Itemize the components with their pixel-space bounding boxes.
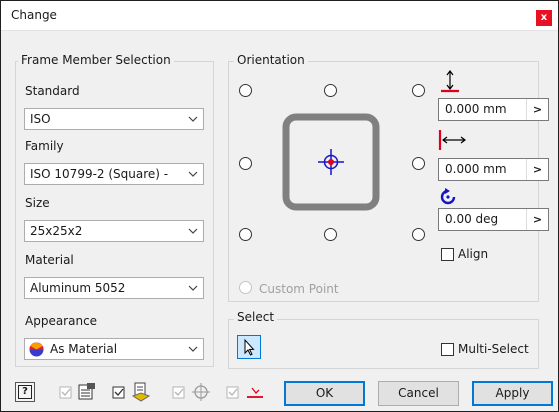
family-label: Family bbox=[25, 139, 64, 153]
orientation-title: Orientation bbox=[234, 53, 308, 67]
custom-point-radio bbox=[239, 281, 252, 294]
appearance-sphere-icon bbox=[29, 342, 44, 357]
select-cursor-button[interactable] bbox=[237, 335, 261, 359]
window-title: Change bbox=[11, 8, 57, 22]
appearance-label: Appearance bbox=[25, 314, 98, 328]
check-offset-icon bbox=[226, 386, 239, 399]
horizontal-offset-icon bbox=[438, 130, 466, 150]
material-label: Material bbox=[25, 253, 74, 267]
chevron-down-icon bbox=[188, 285, 198, 291]
chevron-down-icon bbox=[188, 346, 198, 352]
close-button[interactable]: x bbox=[536, 10, 552, 26]
vertical-offset-chevron[interactable]: > bbox=[526, 99, 548, 120]
orientation-radio-middle-right[interactable] bbox=[412, 157, 425, 170]
standard-dropdown[interactable]: ISO bbox=[24, 108, 204, 130]
member-properties-icon[interactable] bbox=[131, 382, 151, 402]
checklist-icon bbox=[59, 386, 72, 399]
rotation-field[interactable]: 0.00 deg > bbox=[438, 208, 549, 231]
select-title: Select bbox=[234, 310, 278, 324]
horizontal-offset-chevron[interactable]: > bbox=[526, 159, 548, 180]
center-point-marker-icon[interactable] bbox=[317, 148, 345, 176]
appearance-dropdown[interactable]: As Material bbox=[24, 338, 204, 360]
orientation-radio-top-left[interactable] bbox=[239, 84, 252, 97]
frame-member-selection-title: Frame Member Selection bbox=[18, 53, 174, 67]
size-dropdown[interactable]: 25x25x2 bbox=[24, 220, 204, 242]
size-value: 25x25x2 bbox=[30, 224, 83, 238]
horizontal-offset-value[interactable]: 0.000 mm bbox=[445, 162, 507, 176]
standard-label: Standard bbox=[25, 84, 80, 98]
help-button[interactable]: ? bbox=[15, 382, 35, 402]
material-dropdown[interactable]: Aluminum 5052 bbox=[24, 277, 204, 299]
chevron-down-icon bbox=[188, 171, 198, 177]
orientation-radio-middle-left[interactable] bbox=[239, 157, 252, 170]
rotation-chevron[interactable]: > bbox=[526, 209, 548, 230]
align-checkbox[interactable] bbox=[441, 248, 454, 261]
family-value: ISO 10799-2 (Square) - bbox=[30, 167, 169, 181]
align-label[interactable]: Align bbox=[458, 247, 488, 261]
vertical-offset-field[interactable]: 0.000 mm > bbox=[438, 98, 549, 121]
multi-select-checkbox[interactable] bbox=[441, 343, 454, 356]
orientation-radio-bottom-left[interactable] bbox=[239, 228, 252, 241]
apply-button[interactable]: Apply bbox=[472, 381, 553, 406]
rotation-value[interactable]: 0.00 deg bbox=[445, 212, 498, 226]
cursor-arrow-icon bbox=[244, 338, 255, 356]
check-member-icon[interactable] bbox=[112, 383, 132, 403]
offset-line-icon bbox=[247, 387, 263, 398]
standard-value: ISO bbox=[30, 112, 51, 126]
custom-point-label: Custom Point bbox=[259, 282, 339, 296]
horizontal-offset-field[interactable]: 0.000 mm > bbox=[438, 158, 549, 181]
title-bar[interactable]: Change x bbox=[1, 1, 558, 31]
orientation-target-icon bbox=[192, 383, 210, 401]
settings-table-icon[interactable] bbox=[77, 382, 97, 402]
rotation-icon bbox=[440, 188, 456, 205]
ok-button[interactable]: OK bbox=[284, 381, 365, 406]
appearance-value: As Material bbox=[50, 342, 118, 356]
orientation-radio-top-right[interactable] bbox=[412, 84, 425, 97]
family-dropdown[interactable]: ISO 10799-2 (Square) - bbox=[24, 163, 204, 185]
orientation-radio-bottom-center[interactable] bbox=[324, 228, 337, 241]
chevron-down-icon bbox=[188, 116, 198, 122]
vertical-offset-icon bbox=[441, 70, 459, 93]
vertical-offset-value[interactable]: 0.000 mm bbox=[445, 102, 507, 116]
check-orientation-icon bbox=[172, 386, 185, 399]
multi-select-label[interactable]: Multi-Select bbox=[458, 342, 529, 356]
chevron-down-icon bbox=[188, 228, 198, 234]
orientation-radio-top-center[interactable] bbox=[324, 84, 337, 97]
cancel-button[interactable]: Cancel bbox=[378, 381, 459, 406]
material-value: Aluminum 5052 bbox=[30, 281, 126, 295]
size-label: Size bbox=[25, 196, 50, 210]
orientation-radio-bottom-right[interactable] bbox=[412, 228, 425, 241]
change-dialog: Change x Frame Member Selection Standard… bbox=[0, 0, 559, 412]
help-icon: ? bbox=[18, 385, 32, 399]
